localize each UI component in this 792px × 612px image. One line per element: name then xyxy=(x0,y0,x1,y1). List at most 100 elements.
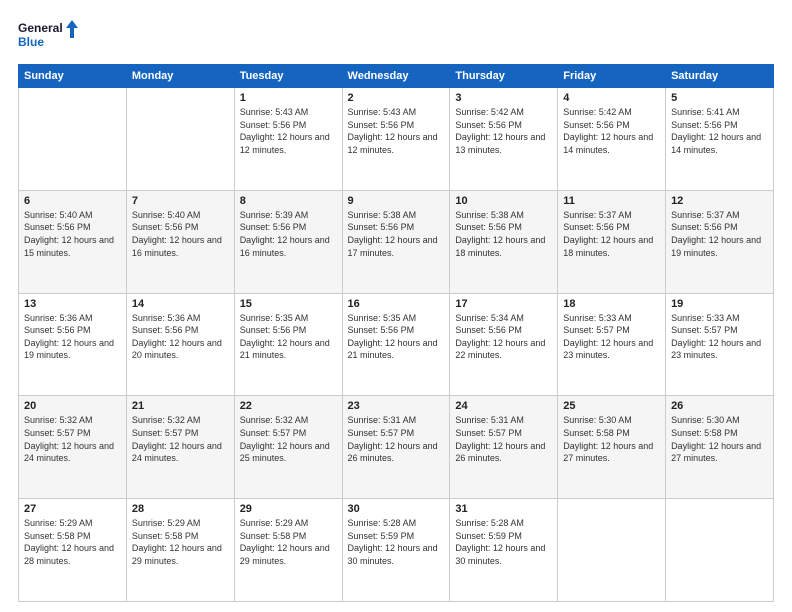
day-cell-4: 4 Sunrise: 5:42 AMSunset: 5:56 PMDaylight… xyxy=(558,88,666,191)
day-number: 7 xyxy=(132,195,229,207)
day-cell-29: 29 Sunrise: 5:29 AMSunset: 5:58 PMDayligh… xyxy=(234,499,342,602)
day-info: Sunrise: 5:32 AMSunset: 5:57 PMDaylight:… xyxy=(132,414,229,464)
day-info: Sunrise: 5:40 AMSunset: 5:56 PMDaylight:… xyxy=(24,209,121,259)
day-info: Sunrise: 5:29 AMSunset: 5:58 PMDaylight:… xyxy=(132,517,229,567)
day-number: 30 xyxy=(348,503,445,515)
day-number: 27 xyxy=(24,503,121,515)
day-cell-5: 5 Sunrise: 5:41 AMSunset: 5:56 PMDaylight… xyxy=(666,88,774,191)
svg-text:Blue: Blue xyxy=(18,35,44,49)
day-cell-2: 2 Sunrise: 5:43 AMSunset: 5:56 PMDaylight… xyxy=(342,88,450,191)
weekday-header-tuesday: Tuesday xyxy=(234,65,342,88)
day-number: 18 xyxy=(563,298,660,310)
empty-cell xyxy=(126,88,234,191)
weekday-header-monday: Monday xyxy=(126,65,234,88)
day-cell-18: 18 Sunrise: 5:33 AMSunset: 5:57 PMDayligh… xyxy=(558,293,666,396)
calendar-table: SundayMondayTuesdayWednesdayThursdayFrid… xyxy=(18,64,774,602)
day-number: 1 xyxy=(240,92,337,104)
day-number: 19 xyxy=(671,298,768,310)
day-info: Sunrise: 5:31 AMSunset: 5:57 PMDaylight:… xyxy=(348,414,445,464)
day-info: Sunrise: 5:36 AMSunset: 5:56 PMDaylight:… xyxy=(24,312,121,362)
day-cell-30: 30 Sunrise: 5:28 AMSunset: 5:59 PMDayligh… xyxy=(342,499,450,602)
day-cell-10: 10 Sunrise: 5:38 AMSunset: 5:56 PMDayligh… xyxy=(450,190,558,293)
weekday-header-saturday: Saturday xyxy=(666,65,774,88)
day-cell-28: 28 Sunrise: 5:29 AMSunset: 5:58 PMDayligh… xyxy=(126,499,234,602)
day-info: Sunrise: 5:33 AMSunset: 5:57 PMDaylight:… xyxy=(563,312,660,362)
day-info: Sunrise: 5:29 AMSunset: 5:58 PMDaylight:… xyxy=(24,517,121,567)
day-info: Sunrise: 5:36 AMSunset: 5:56 PMDaylight:… xyxy=(132,312,229,362)
day-cell-7: 7Sunrise: 5:40 AMSunset: 5:56 PMDaylight… xyxy=(126,190,234,293)
day-info: Sunrise: 5:43 AMSunset: 5:56 PMDaylight:… xyxy=(348,106,445,156)
logo: General Blue xyxy=(18,18,78,54)
day-info: Sunrise: 5:28 AMSunset: 5:59 PMDaylight:… xyxy=(455,517,552,567)
day-number: 5 xyxy=(671,92,768,104)
day-info: Sunrise: 5:34 AMSunset: 5:56 PMDaylight:… xyxy=(455,312,552,362)
day-cell-9: 9 Sunrise: 5:38 AMSunset: 5:56 PMDaylight… xyxy=(342,190,450,293)
day-cell-20: 20 Sunrise: 5:32 AMSunset: 5:57 PMDayligh… xyxy=(19,396,127,499)
day-number: 17 xyxy=(455,298,552,310)
day-cell-16: 16Sunrise: 5:35 AMSunset: 5:56 PMDayligh… xyxy=(342,293,450,396)
empty-cell xyxy=(666,499,774,602)
day-number: 28 xyxy=(132,503,229,515)
day-cell-19: 19 Sunrise: 5:33 AMSunset: 5:57 PMDayligh… xyxy=(666,293,774,396)
day-info: Sunrise: 5:35 AMSunset: 5:56 PMDaylight:… xyxy=(240,312,337,362)
day-cell-12: 12 Sunrise: 5:37 AMSunset: 5:56 PMDayligh… xyxy=(666,190,774,293)
day-number: 2 xyxy=(348,92,445,104)
day-cell-11: 11 Sunrise: 5:37 AMSunset: 5:56 PMDayligh… xyxy=(558,190,666,293)
empty-cell xyxy=(558,499,666,602)
day-cell-25: 25 Sunrise: 5:30 AMSunset: 5:58 PMDayligh… xyxy=(558,396,666,499)
day-info: Sunrise: 5:33 AMSunset: 5:57 PMDaylight:… xyxy=(671,312,768,362)
day-number: 25 xyxy=(563,400,660,412)
day-cell-27: 27 Sunrise: 5:29 AMSunset: 5:58 PMDayligh… xyxy=(19,499,127,602)
day-info: Sunrise: 5:28 AMSunset: 5:59 PMDaylight:… xyxy=(348,517,445,567)
day-number: 26 xyxy=(671,400,768,412)
day-number: 6 xyxy=(24,195,121,207)
day-info: Sunrise: 5:31 AMSunset: 5:57 PMDaylight:… xyxy=(455,414,552,464)
day-number: 20 xyxy=(24,400,121,412)
day-cell-1: 1 Sunrise: 5:43 AMSunset: 5:56 PMDaylight… xyxy=(234,88,342,191)
day-info: Sunrise: 5:38 AMSunset: 5:56 PMDaylight:… xyxy=(348,209,445,259)
day-info: Sunrise: 5:41 AMSunset: 5:56 PMDaylight:… xyxy=(671,106,768,156)
day-number: 14 xyxy=(132,298,229,310)
weekday-header-wednesday: Wednesday xyxy=(342,65,450,88)
day-number: 31 xyxy=(455,503,552,515)
day-info: Sunrise: 5:42 AMSunset: 5:56 PMDaylight:… xyxy=(455,106,552,156)
day-cell-17: 17 Sunrise: 5:34 AMSunset: 5:56 PMDayligh… xyxy=(450,293,558,396)
day-info: Sunrise: 5:38 AMSunset: 5:56 PMDaylight:… xyxy=(455,209,552,259)
weekday-header-friday: Friday xyxy=(558,65,666,88)
day-cell-24: 24 Sunrise: 5:31 AMSunset: 5:57 PMDayligh… xyxy=(450,396,558,499)
day-info: Sunrise: 5:32 AMSunset: 5:57 PMDaylight:… xyxy=(240,414,337,464)
day-number: 21 xyxy=(132,400,229,412)
weekday-header-sunday: Sunday xyxy=(19,65,127,88)
logo-svg: General Blue xyxy=(18,18,78,54)
day-info: Sunrise: 5:43 AMSunset: 5:56 PMDaylight:… xyxy=(240,106,337,156)
day-number: 23 xyxy=(348,400,445,412)
day-number: 29 xyxy=(240,503,337,515)
day-number: 16 xyxy=(348,298,445,310)
day-cell-13: 13 Sunrise: 5:36 AMSunset: 5:56 PMDayligh… xyxy=(19,293,127,396)
day-number: 3 xyxy=(455,92,552,104)
day-info: Sunrise: 5:30 AMSunset: 5:58 PMDaylight:… xyxy=(563,414,660,464)
day-number: 4 xyxy=(563,92,660,104)
day-cell-8: 8Sunrise: 5:39 AMSunset: 5:56 PMDaylight… xyxy=(234,190,342,293)
day-cell-21: 21 Sunrise: 5:32 AMSunset: 5:57 PMDayligh… xyxy=(126,396,234,499)
day-number: 9 xyxy=(348,195,445,207)
day-info: Sunrise: 5:37 AMSunset: 5:56 PMDaylight:… xyxy=(563,209,660,259)
day-cell-14: 14 Sunrise: 5:36 AMSunset: 5:56 PMDayligh… xyxy=(126,293,234,396)
day-cell-3: 3 Sunrise: 5:42 AMSunset: 5:56 PMDaylight… xyxy=(450,88,558,191)
day-number: 10 xyxy=(455,195,552,207)
day-number: 24 xyxy=(455,400,552,412)
day-cell-23: 23 Sunrise: 5:31 AMSunset: 5:57 PMDayligh… xyxy=(342,396,450,499)
day-info: Sunrise: 5:29 AMSunset: 5:58 PMDaylight:… xyxy=(240,517,337,567)
day-number: 11 xyxy=(563,195,660,207)
day-info: Sunrise: 5:30 AMSunset: 5:58 PMDaylight:… xyxy=(671,414,768,464)
svg-text:General: General xyxy=(18,21,63,35)
day-number: 12 xyxy=(671,195,768,207)
day-info: Sunrise: 5:32 AMSunset: 5:57 PMDaylight:… xyxy=(24,414,121,464)
page: General Blue SundayMondayTuesdayWednesda… xyxy=(0,0,792,612)
day-info: Sunrise: 5:42 AMSunset: 5:56 PMDaylight:… xyxy=(563,106,660,156)
day-info: Sunrise: 5:37 AMSunset: 5:56 PMDaylight:… xyxy=(671,209,768,259)
day-cell-22: 22Sunrise: 5:32 AMSunset: 5:57 PMDayligh… xyxy=(234,396,342,499)
day-cell-31: 31 Sunrise: 5:28 AMSunset: 5:59 PMDayligh… xyxy=(450,499,558,602)
header: General Blue xyxy=(18,18,774,54)
day-number: 13 xyxy=(24,298,121,310)
